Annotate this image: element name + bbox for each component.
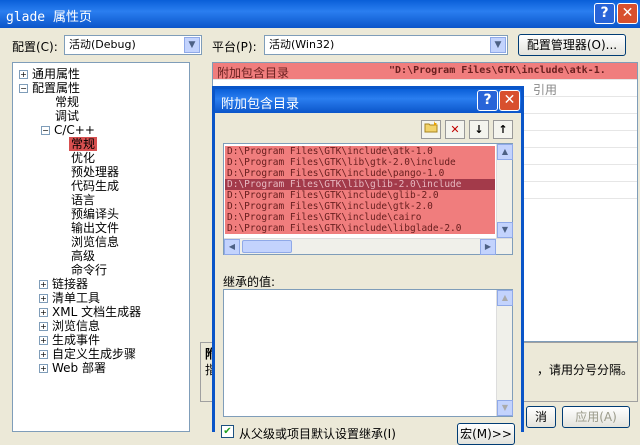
tree-item-xml-gen[interactable]: + XML 文档生成器 (39, 305, 141, 319)
config-value: 活动(Debug) (69, 38, 136, 51)
tree-item-precompiled[interactable]: 预编译头 (71, 207, 119, 221)
chevron-down-icon[interactable]: ▼ (490, 37, 506, 53)
apply-button[interactable]: 应用(A) (562, 406, 630, 428)
window-titlebar: glade 属性页 ? ✕ (0, 0, 640, 28)
grid-row-value: 引用 (533, 83, 558, 97)
scroll-down-icon[interactable]: ▼ (497, 400, 513, 416)
tree-item-general[interactable]: 常规 (55, 95, 79, 109)
platform-value: 活动(Win32) (269, 38, 335, 51)
list-item[interactable]: D:\Program Files\GTK\include\atk-1.0 (225, 146, 495, 157)
inherited-values-box: ▲ ▼ (223, 289, 513, 417)
expand-icon[interactable]: + (19, 70, 28, 79)
list-item[interactable]: D:\Program Files\GTK\include\gtk-2.0 (225, 201, 495, 212)
list-item[interactable]: D:\Program Files\GTK\include\glib-2.0 (225, 190, 495, 201)
list-item[interactable]: D:\Program Files\GTK\include\libglade-2.… (225, 223, 495, 234)
cancel-button-partial[interactable]: 消 (526, 406, 556, 428)
tree-item-custom-build[interactable]: + 自定义生成步骤 (39, 347, 136, 361)
dialog-titlebar: 附加包含目录 ? ✕ (215, 89, 521, 113)
tree-item-manifest[interactable]: + 清单工具 (39, 291, 100, 305)
scroll-up-icon[interactable]: ▲ (497, 290, 513, 306)
expand-icon[interactable]: + (39, 336, 48, 345)
scroll-up-icon[interactable]: ▲ (497, 144, 513, 160)
list-item[interactable]: D:\Program Files\GTK\include\cairo (225, 212, 495, 223)
list-item-selected[interactable]: D:\Program Files\GTK\lib\glib-2.0\includ… (225, 179, 495, 190)
tree-item-browse-info[interactable]: 浏览信息 (71, 235, 119, 249)
tree-item-common-props[interactable]: + 通用属性 (19, 67, 80, 81)
chevron-down-icon[interactable]: ▼ (184, 37, 200, 53)
close-icon[interactable]: ✕ (499, 90, 520, 111)
config-select[interactable]: 活动(Debug) ▼ (64, 35, 202, 55)
tree-item-cpp-general[interactable]: 常规 (69, 137, 98, 151)
move-up-icon[interactable]: ↑ (493, 120, 513, 139)
dialog-title: 附加包含目录 (221, 97, 300, 112)
expand-icon[interactable]: + (39, 350, 48, 359)
tree-item-debug[interactable]: 调试 (55, 109, 79, 123)
description-text-end: ，请用分号分隔。 (537, 363, 634, 377)
tree-item-linker[interactable]: + 链接器 (39, 277, 88, 291)
expand-icon[interactable]: + (39, 364, 48, 373)
config-label: 配置(C): (12, 40, 58, 54)
tree-item-browse-info2[interactable]: + 浏览信息 (39, 319, 100, 333)
list-item[interactable]: D:\Program Files\GTK\include\pango-1.0 (225, 168, 495, 179)
collapse-icon[interactable]: − (41, 126, 50, 135)
vertical-scrollbar[interactable]: ▲ ▼ (496, 144, 513, 238)
include-dirs-list[interactable]: D:\Program Files\GTK\include\atk-1.0 D:\… (223, 143, 513, 255)
close-icon[interactable]: ✕ (617, 3, 638, 24)
grid-row-include-dirs[interactable]: 附加包含目录 "D:\Program Files\GTK\include\atk… (213, 63, 637, 80)
horizontal-scrollbar[interactable]: ◀ ▶ (224, 238, 512, 255)
tree-item-codegen[interactable]: 代码生成 (71, 179, 119, 193)
new-folder-icon[interactable] (421, 120, 441, 139)
platform-label: 平台(P): (212, 40, 257, 54)
tree-item-output-files[interactable]: 输出文件 (71, 221, 119, 235)
window-title: glade 属性页 (6, 10, 92, 25)
grid-row-name: 附加包含目录 (217, 66, 290, 80)
macro-button[interactable]: 宏(M)>> (457, 423, 515, 445)
move-down-icon[interactable]: ↓ (469, 120, 489, 139)
help-icon[interactable]: ? (594, 3, 615, 24)
help-icon[interactable]: ? (477, 90, 498, 111)
tree-item-config-props[interactable]: − 配置属性 (19, 81, 80, 95)
tree-item-optimization[interactable]: 优化 (71, 151, 95, 165)
expand-icon[interactable]: + (39, 308, 48, 317)
delete-icon[interactable]: ✕ (445, 120, 465, 139)
scroll-thumb[interactable] (242, 240, 292, 253)
expand-icon[interactable]: + (39, 294, 48, 303)
tree-item-command-line[interactable]: 命令行 (71, 263, 107, 277)
scroll-left-icon[interactable]: ◀ (224, 239, 240, 255)
list-item[interactable]: D:\Program Files\GTK\lib\gtk-2.0\include (225, 157, 495, 168)
config-manager-button[interactable]: 配置管理器(O)... (518, 34, 626, 56)
property-tree[interactable]: + 通用属性 − 配置属性 常规 调试 − C/C++ 常规 优化 预处理器 代码生成… (12, 62, 190, 432)
include-dirs-dialog: 附加包含目录 ? ✕ ✕ ↓ ↑ D:\Program Files\GTK\in… (212, 86, 524, 445)
vertical-scrollbar[interactable]: ▲ ▼ (496, 290, 513, 416)
scroll-down-icon[interactable]: ▼ (497, 222, 513, 238)
inherit-checkbox-label: 从父级或项目默认设置继承(I) (239, 427, 396, 441)
collapse-icon[interactable]: − (19, 84, 28, 93)
inherited-label: 继承的值: (223, 275, 276, 289)
grid-row-value: "D:\Program Files\GTK\include\atk-1. (389, 65, 606, 76)
tree-item-web-deploy[interactable]: + Web 部署 (39, 361, 106, 375)
expand-icon[interactable]: + (39, 322, 48, 331)
tree-item-preprocessor[interactable]: 预处理器 (71, 165, 119, 179)
expand-icon[interactable]: + (39, 280, 48, 289)
tree-item-language[interactable]: 语言 (71, 193, 95, 207)
tree-item-build-events[interactable]: + 生成事件 (39, 333, 100, 347)
tree-item-cpp[interactable]: − C/C++ (41, 123, 95, 137)
platform-select[interactable]: 活动(Win32) ▼ (264, 35, 508, 55)
scroll-right-icon[interactable]: ▶ (480, 239, 496, 255)
tree-item-advanced[interactable]: 高级 (71, 249, 95, 263)
